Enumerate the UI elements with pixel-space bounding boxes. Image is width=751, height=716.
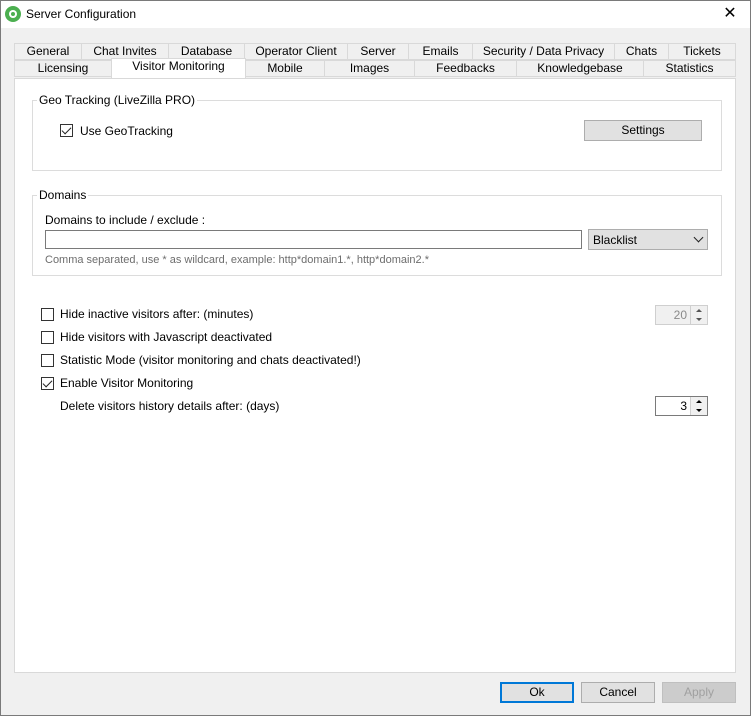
stepper-buttons <box>690 397 707 415</box>
statistic-mode-checkbox[interactable] <box>41 354 54 367</box>
close-icon[interactable]: ✕ <box>720 4 740 24</box>
delete-history-label: Delete visitors history details after: (… <box>60 399 280 413</box>
stepper-up-icon[interactable] <box>691 306 707 315</box>
hide-inactive-minutes-value: 20 <box>673 308 687 322</box>
enable-visitor-monitoring-checkbox[interactable] <box>41 377 54 390</box>
hide-inactive-label: Hide inactive visitors after: (minutes) <box>60 307 254 321</box>
tab-operator-client[interactable]: Operator Client <box>244 43 348 60</box>
tab-feedbacks[interactable]: Feedbacks <box>414 60 517 77</box>
ok-button[interactable]: Ok <box>500 682 574 703</box>
tab-tickets[interactable]: Tickets <box>668 43 736 60</box>
tab-chats[interactable]: Chats <box>614 43 669 60</box>
delete-history-days-stepper[interactable]: 3 <box>655 396 708 416</box>
hide-js-disabled-checkbox[interactable] <box>41 331 54 344</box>
tab-security-data-privacy[interactable]: Security / Data Privacy <box>472 43 615 60</box>
visitor-monitoring-panel: Geo Tracking (LiveZilla PRO) Use GeoTrac… <box>14 78 736 673</box>
tab-mobile[interactable]: Mobile <box>245 60 325 77</box>
app-icon <box>5 6 21 22</box>
tab-images[interactable]: Images <box>324 60 415 77</box>
delete-history-days-value: 3 <box>680 399 687 413</box>
tab-general[interactable]: General <box>14 43 82 60</box>
domain-mode-value: Blacklist <box>593 233 638 247</box>
tab-emails[interactable]: Emails <box>408 43 473 60</box>
tab-server[interactable]: Server <box>347 43 409 60</box>
tab-licensing[interactable]: Licensing <box>14 60 112 77</box>
domain-mode-select[interactable]: Blacklist <box>588 229 708 250</box>
enable-visitor-monitoring-label: Enable Visitor Monitoring <box>60 376 194 390</box>
window-title: Server Configuration <box>26 7 137 21</box>
hide-inactive-minutes-stepper[interactable]: 20 <box>655 305 708 325</box>
stepper-down-icon[interactable] <box>691 315 707 324</box>
domains-legend: Domains <box>37 188 89 202</box>
statistic-mode-label: Statistic Mode (visitor monitoring and c… <box>60 353 361 367</box>
tab-knowledgebase[interactable]: Knowledgebase <box>516 60 644 77</box>
stepper-down-icon[interactable] <box>691 406 707 415</box>
domains-input[interactable] <box>45 230 582 249</box>
geo-tracking-legend: Geo Tracking (LiveZilla PRO) <box>37 93 198 107</box>
hide-js-disabled-label: Hide visitors with Javascript deactivate… <box>60 330 273 344</box>
chevron-down-icon <box>693 232 704 243</box>
domains-hint: Comma separated, use * as wildcard, exam… <box>45 254 429 266</box>
server-configuration-window: Server Configuration ✕ General Chat Invi… <box>0 0 751 716</box>
cancel-button[interactable]: Cancel <box>581 682 655 703</box>
hide-inactive-checkbox[interactable] <box>41 308 54 321</box>
use-geotracking-label: Use GeoTracking <box>80 124 173 138</box>
domains-group: Domains Domains to include / exclude : B… <box>32 188 722 276</box>
geo-settings-button[interactable]: Settings <box>584 120 702 141</box>
stepper-up-icon[interactable] <box>691 397 707 406</box>
geo-tracking-group: Geo Tracking (LiveZilla PRO) Use GeoTrac… <box>32 93 722 171</box>
tab-visitor-monitoring[interactable]: Visitor Monitoring <box>111 58 246 78</box>
domains-include-label: Domains to include / exclude : <box>45 213 206 227</box>
use-geotracking-checkbox[interactable] <box>60 124 73 137</box>
stepper-buttons <box>690 306 707 324</box>
title-bar[interactable]: Server Configuration ✕ <box>1 1 750 28</box>
apply-button[interactable]: Apply <box>662 682 736 703</box>
tab-statistics[interactable]: Statistics <box>643 60 736 77</box>
